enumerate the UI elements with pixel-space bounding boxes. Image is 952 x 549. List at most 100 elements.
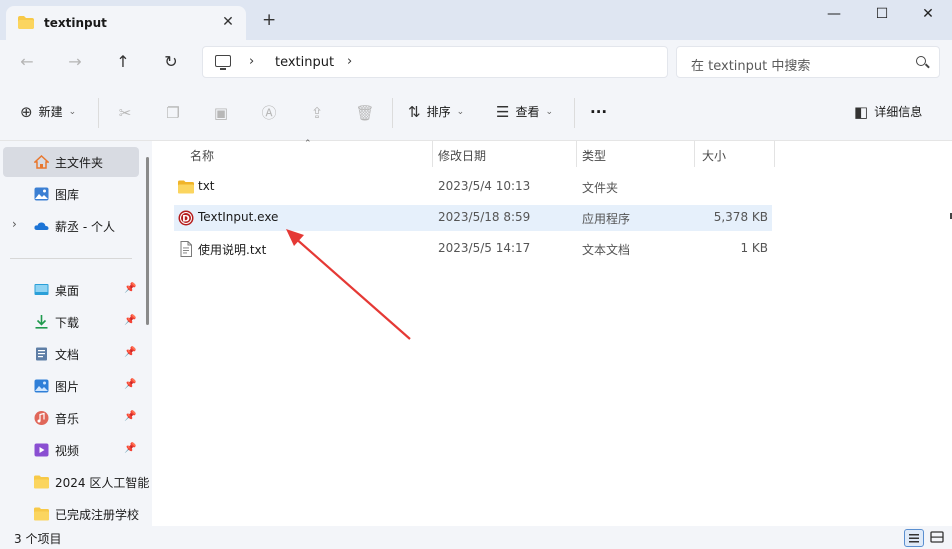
details-pane-icon: ◧ — [854, 103, 869, 121]
view-list-icon: ☰ — [496, 103, 510, 121]
sidebar-item-pictures[interactable]: 图片 📌 — [0, 371, 140, 401]
sidebar-item-desktop[interactable]: 桌面 📌 — [0, 275, 140, 305]
column-header-size[interactable]: 大小 — [702, 147, 726, 164]
file-date: 2023/5/5 14:17 — [438, 241, 531, 255]
column-divider[interactable] — [694, 141, 695, 167]
pin-icon[interactable]: 📌 — [124, 315, 136, 326]
table-row[interactable]: 使用说明.txt 2023/5/5 14:17 文本文档 1 KB — [174, 236, 772, 262]
delete-icon[interactable]: 🗑 — [355, 103, 375, 123]
sidebar-item-home[interactable]: 主文件夹 — [3, 147, 139, 177]
tab-textinput[interactable]: textinput ✕ — [6, 6, 246, 40]
sort-ascending-icon: ⌃ — [304, 139, 312, 149]
file-type: 文件夹 — [582, 181, 619, 195]
close-button[interactable]: ✕ — [904, 0, 952, 30]
table-row[interactable]: D TextInput.exe 2023/5/18 8:59 应用程序 5,37… — [174, 205, 772, 231]
maximize-button[interactable]: ☐ — [858, 0, 906, 30]
sidebar-item-folder-registered[interactable]: 已完成注册学校 — [0, 499, 140, 526]
app-exe-icon: D — [178, 210, 194, 226]
sidebar-item-onedrive[interactable]: › 薪丞 - 个人 — [0, 211, 140, 241]
minimize-button[interactable]: — — [810, 0, 858, 30]
file-name: txt — [198, 179, 215, 193]
table-row[interactable]: txt 2023/5/4 10:13 文件夹 — [174, 174, 772, 200]
details-view-icon[interactable] — [904, 529, 924, 547]
chevron-right-icon[interactable]: › — [347, 54, 352, 69]
column-divider[interactable] — [432, 141, 433, 167]
column-header-date[interactable]: 修改日期 — [438, 147, 486, 164]
divider — [98, 98, 99, 128]
chevron-right-icon[interactable]: › — [12, 217, 17, 231]
details-label: 详细信息 — [874, 105, 923, 119]
share-icon[interactable]: ⇪ — [307, 103, 327, 123]
status-bar: 3 个项目 — [0, 526, 952, 549]
title-bar: textinput ✕ + — ☐ ✕ — [0, 0, 952, 40]
view-label: 查看 — [515, 105, 540, 119]
file-date: 2023/5/4 10:13 — [438, 179, 531, 193]
paste-icon[interactable]: ▣ — [211, 103, 231, 123]
pin-icon[interactable]: 📌 — [124, 379, 136, 390]
sidebar-item-label: 图片 — [55, 380, 80, 394]
sidebar-item-music[interactable]: 音乐 📌 — [0, 403, 140, 433]
cut-icon[interactable]: ✂ — [115, 103, 135, 123]
computer-icon[interactable] — [215, 55, 231, 70]
sidebar-item-label: 音乐 — [55, 412, 80, 426]
up-arrow-icon[interactable]: ↑ — [111, 52, 135, 72]
column-header-type[interactable]: 类型 — [582, 147, 606, 164]
new-label: 新建 — [38, 105, 63, 119]
sidebar-item-videos[interactable]: 视频 📌 — [0, 435, 140, 465]
sidebar-item-gallery[interactable]: 图库 — [0, 179, 140, 209]
back-arrow-icon[interactable]: ← — [15, 52, 39, 72]
video-icon — [34, 443, 49, 457]
sidebar-item-documents[interactable]: 文档 📌 — [0, 339, 140, 369]
sort-button[interactable]: ⇅ 排序 ⌄ — [408, 104, 464, 120]
file-type: 应用程序 — [582, 212, 631, 226]
sidebar-scrollbar[interactable] — [146, 157, 149, 325]
chevron-right-icon[interactable]: › — [249, 54, 254, 69]
plus-icon[interactable]: + — [262, 12, 276, 29]
sidebar-item-label: 下载 — [55, 316, 80, 330]
file-name: TextInput.exe — [198, 210, 279, 224]
music-icon — [34, 411, 49, 425]
new-button[interactable]: ⊕ 新建 ⌄ — [20, 104, 76, 120]
column-divider[interactable] — [774, 141, 775, 167]
sidebar-item-label: 图库 — [55, 188, 80, 202]
sidebar-item-downloads[interactable]: 下载 📌 — [0, 307, 140, 337]
folder-icon — [34, 475, 49, 489]
breadcrumb-textinput[interactable]: textinput — [275, 55, 334, 70]
command-bar: ⊕ 新建 ⌄ ✂ ❐ ▣ Ⓐ ⇪ 🗑 ⇅ 排序 ⌄ ☰ 查看 ⌄ ··· ◧ 详… — [0, 84, 952, 141]
pin-icon[interactable]: 📌 — [124, 411, 136, 422]
pin-icon[interactable]: 📌 — [124, 347, 136, 358]
chevron-down-icon: ⌄ — [68, 107, 77, 117]
folder-icon — [178, 180, 194, 194]
column-divider[interactable] — [576, 141, 577, 167]
search-icon[interactable] — [916, 56, 926, 66]
sidebar-item-folder-ai[interactable]: 2024 区人工智能 — [0, 467, 149, 497]
document-icon — [36, 347, 47, 361]
sidebar-item-label: 视频 — [55, 444, 80, 458]
details-button[interactable]: ◧ 详细信息 — [854, 104, 922, 120]
copy-icon[interactable]: ❐ — [163, 103, 183, 123]
rename-icon[interactable]: Ⓐ — [259, 103, 279, 123]
divider — [574, 98, 575, 128]
plus-circle-icon: ⊕ — [20, 103, 33, 121]
view-button[interactable]: ☰ 查看 ⌄ — [496, 104, 553, 120]
tab-close-icon[interactable]: ✕ — [220, 14, 236, 30]
sidebar-item-label: 2024 区人工智能 — [55, 476, 150, 490]
pin-icon[interactable]: 📌 — [124, 443, 136, 454]
search-placeholder: 在 textinput 中搜索 — [691, 59, 811, 74]
onedrive-cloud-icon — [34, 222, 49, 230]
file-date: 2023/5/18 8:59 — [438, 210, 531, 224]
sidebar-item-label: 已完成注册学校 — [55, 508, 140, 522]
pin-icon[interactable]: 📌 — [124, 283, 136, 294]
file-list: 名称 ⌃ 修改日期 类型 大小 txt 2023/5/4 10:13 文件夹 D… — [152, 139, 952, 526]
search-input[interactable]: 在 textinput 中搜索 — [676, 46, 940, 78]
column-header-name[interactable]: 名称 — [190, 147, 214, 164]
home-icon — [34, 155, 49, 169]
more-button[interactable]: ··· — [590, 104, 607, 120]
refresh-icon[interactable]: ↻ — [159, 52, 183, 72]
address-bar[interactable]: › textinput › — [202, 46, 668, 78]
tiles-view-icon[interactable] — [928, 529, 948, 547]
more-icon: ··· — [590, 103, 608, 121]
folder-icon — [34, 507, 49, 521]
item-count: 3 个项目 — [14, 532, 62, 546]
forward-arrow-icon[interactable]: → — [63, 52, 87, 72]
